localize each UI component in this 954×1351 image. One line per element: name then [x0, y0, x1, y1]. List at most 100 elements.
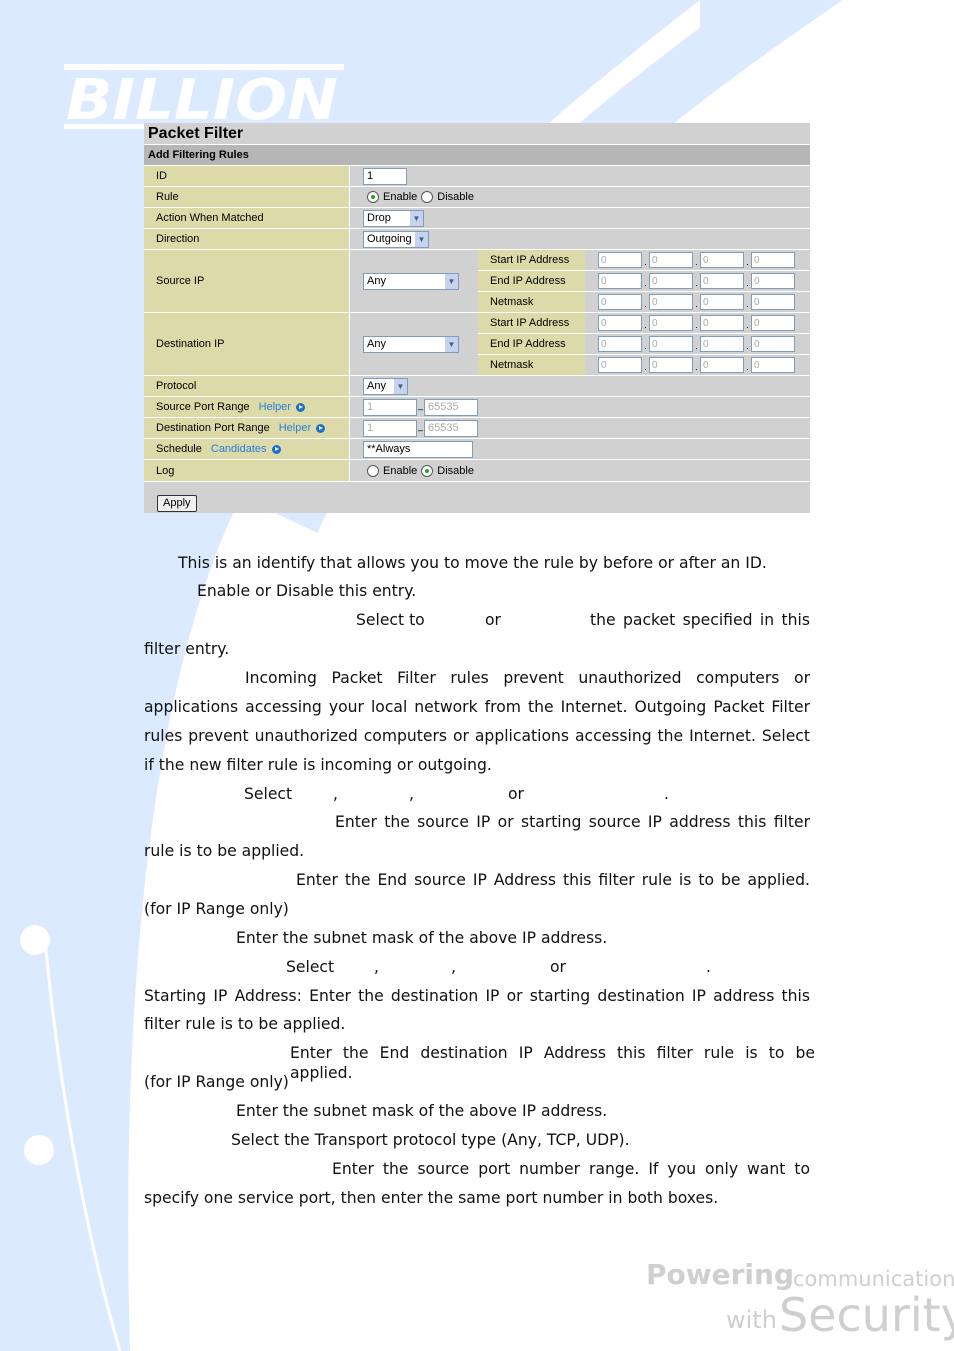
body-text-line: rules prevent unauthorized computers or … [144, 727, 810, 745]
body-text-line: or [550, 958, 566, 976]
body-text-line: if the new filter rule is incoming or ou… [144, 756, 492, 774]
chevron-down-icon: ▼ [415, 231, 428, 247]
octet-separator: . [746, 278, 749, 288]
octet-separator: . [644, 257, 647, 267]
ip-octet-input[interactable] [598, 357, 642, 373]
octet-separator: . [644, 362, 647, 372]
arrow-right-circle-icon[interactable] [271, 444, 281, 454]
direction-select[interactable]: Outgoing ▼ [363, 230, 429, 248]
octet-separator: . [746, 320, 749, 330]
ip-octet-input[interactable] [751, 252, 795, 268]
octet-separator: . [644, 320, 647, 330]
octet-separator: . [746, 362, 749, 372]
body-text-line: . [706, 958, 711, 976]
ip-octet-input[interactable] [598, 252, 642, 268]
body-text-line: Enter the source port number range. If y… [332, 1160, 810, 1178]
chevron-down-icon: ▼ [394, 378, 407, 394]
ip-octet-input[interactable] [649, 252, 693, 268]
id-input[interactable] [363, 167, 407, 185]
schedule-label: Schedule [156, 443, 202, 455]
body-text-line: Select the Transport protocol type (Any,… [231, 1131, 630, 1149]
rule-label: Rule [144, 187, 350, 207]
rule-disable-radio[interactable] [421, 191, 434, 203]
chevron-down-icon: ▼ [445, 336, 458, 352]
octet-separator: . [746, 341, 749, 351]
ip-octet-input[interactable] [649, 357, 693, 373]
rule-enable-radio[interactable] [367, 191, 379, 203]
destination-ip-select[interactable]: Any ▼ [363, 335, 459, 353]
ip-octet-input[interactable] [598, 294, 642, 310]
body-text-line: specify one service port, then enter the… [144, 1189, 719, 1207]
packet-filter-panel: Packet Filter Add Filtering Rules ID Rul… [144, 123, 810, 513]
action-select[interactable]: Drop ▼ [363, 209, 424, 227]
ip-octet-input[interactable] [649, 273, 693, 289]
destination-port-helper-link[interactable]: Helper [279, 422, 311, 434]
log-enable-radio[interactable] [367, 464, 379, 477]
ip-octet-input[interactable] [751, 294, 795, 310]
body-text-line: Enable or Disable this entry. [197, 582, 417, 600]
chevron-down-icon: ▼ [445, 273, 458, 289]
source-port-to-input[interactable] [424, 398, 478, 416]
ip-octet-input[interactable] [751, 273, 795, 289]
body-text-line: (for IP Range only) [144, 900, 289, 918]
ip-octet-input[interactable] [751, 336, 795, 352]
ip-octet-input[interactable] [700, 315, 744, 331]
source-ip-select[interactable]: Any ▼ [363, 272, 459, 290]
direction-value: Outgoing [367, 233, 412, 245]
log-label: Log [144, 460, 350, 481]
destination-port-from-input[interactable] [363, 419, 417, 437]
body-text-line: Enter the source IP or starting source I… [335, 813, 810, 831]
rule-disable-label: Disable [437, 191, 474, 203]
ip-octet-input[interactable] [700, 336, 744, 352]
log-enable-label: Enable [383, 464, 418, 477]
body-text-line: filter entry. [144, 640, 230, 658]
schedule-candidates-link[interactable]: Candidates [211, 443, 267, 455]
ip-octet-input[interactable] [751, 315, 795, 331]
body-text-line: the packet specified in this [590, 611, 810, 629]
ip-octet-input[interactable] [598, 273, 642, 289]
ip-octet-input[interactable] [649, 294, 693, 310]
ip-octet-input[interactable] [700, 273, 744, 289]
octet-separator: . [695, 341, 698, 351]
destination-port-label: Destination Port Range [156, 422, 270, 434]
source-port-helper-link[interactable]: Helper [259, 401, 291, 413]
source-port-from-input[interactable] [363, 398, 417, 416]
ip-octet-input[interactable] [649, 315, 693, 331]
ip-octet-input[interactable] [649, 336, 693, 352]
arrow-right-circle-icon[interactable] [316, 423, 326, 433]
ip-octet-input[interactable] [700, 357, 744, 373]
ip-octet-input[interactable] [700, 252, 744, 268]
ip-octet-input[interactable] [700, 294, 744, 310]
destination-ip-label: Destination IP [144, 313, 350, 375]
panel-subtitle: Add Filtering Rules [144, 145, 810, 166]
body-text-line: or [485, 611, 501, 629]
dest-end-ip-label: End IP Address [478, 334, 585, 354]
body-text-line: Enter the End source IP Address this fil… [296, 871, 810, 889]
body-text-line: Select to [356, 611, 425, 629]
rule-enable-label: Enable [383, 191, 418, 203]
apply-button[interactable]: Apply [157, 495, 197, 512]
ip-octet-input[interactable] [598, 315, 642, 331]
octet-separator: . [746, 299, 749, 309]
body-text-line: Select [286, 958, 335, 976]
body-text-line: Starting IP Address: Enter the destinati… [144, 987, 810, 1005]
log-disable-radio[interactable] [421, 464, 434, 477]
arrow-right-circle-icon[interactable] [295, 402, 305, 412]
billion-logo: BILLION [62, 62, 344, 133]
body-text-line: . [664, 785, 669, 803]
dest-netmask-inputs: ... [585, 355, 795, 375]
ip-octet-input[interactable] [598, 336, 642, 352]
action-label: Action When Matched [144, 208, 350, 228]
destination-ip-row: Destination IP Any▼ Start IP Address... … [144, 313, 810, 376]
body-text-line: Select [244, 785, 293, 803]
id-label: ID [144, 166, 350, 186]
schedule-input[interactable] [363, 440, 473, 458]
ip-octet-input[interactable] [751, 357, 795, 373]
protocol-select[interactable]: Any ▼ [363, 377, 408, 395]
body-text-line: , [409, 785, 414, 803]
protocol-label: Protocol [144, 376, 350, 396]
log-disable-label: Disable [437, 464, 474, 477]
destination-port-to-input[interactable] [424, 419, 478, 437]
body-text-line: This is an identify that allows you to m… [178, 554, 767, 572]
body-text-line: applications accessing your local networ… [144, 698, 810, 716]
